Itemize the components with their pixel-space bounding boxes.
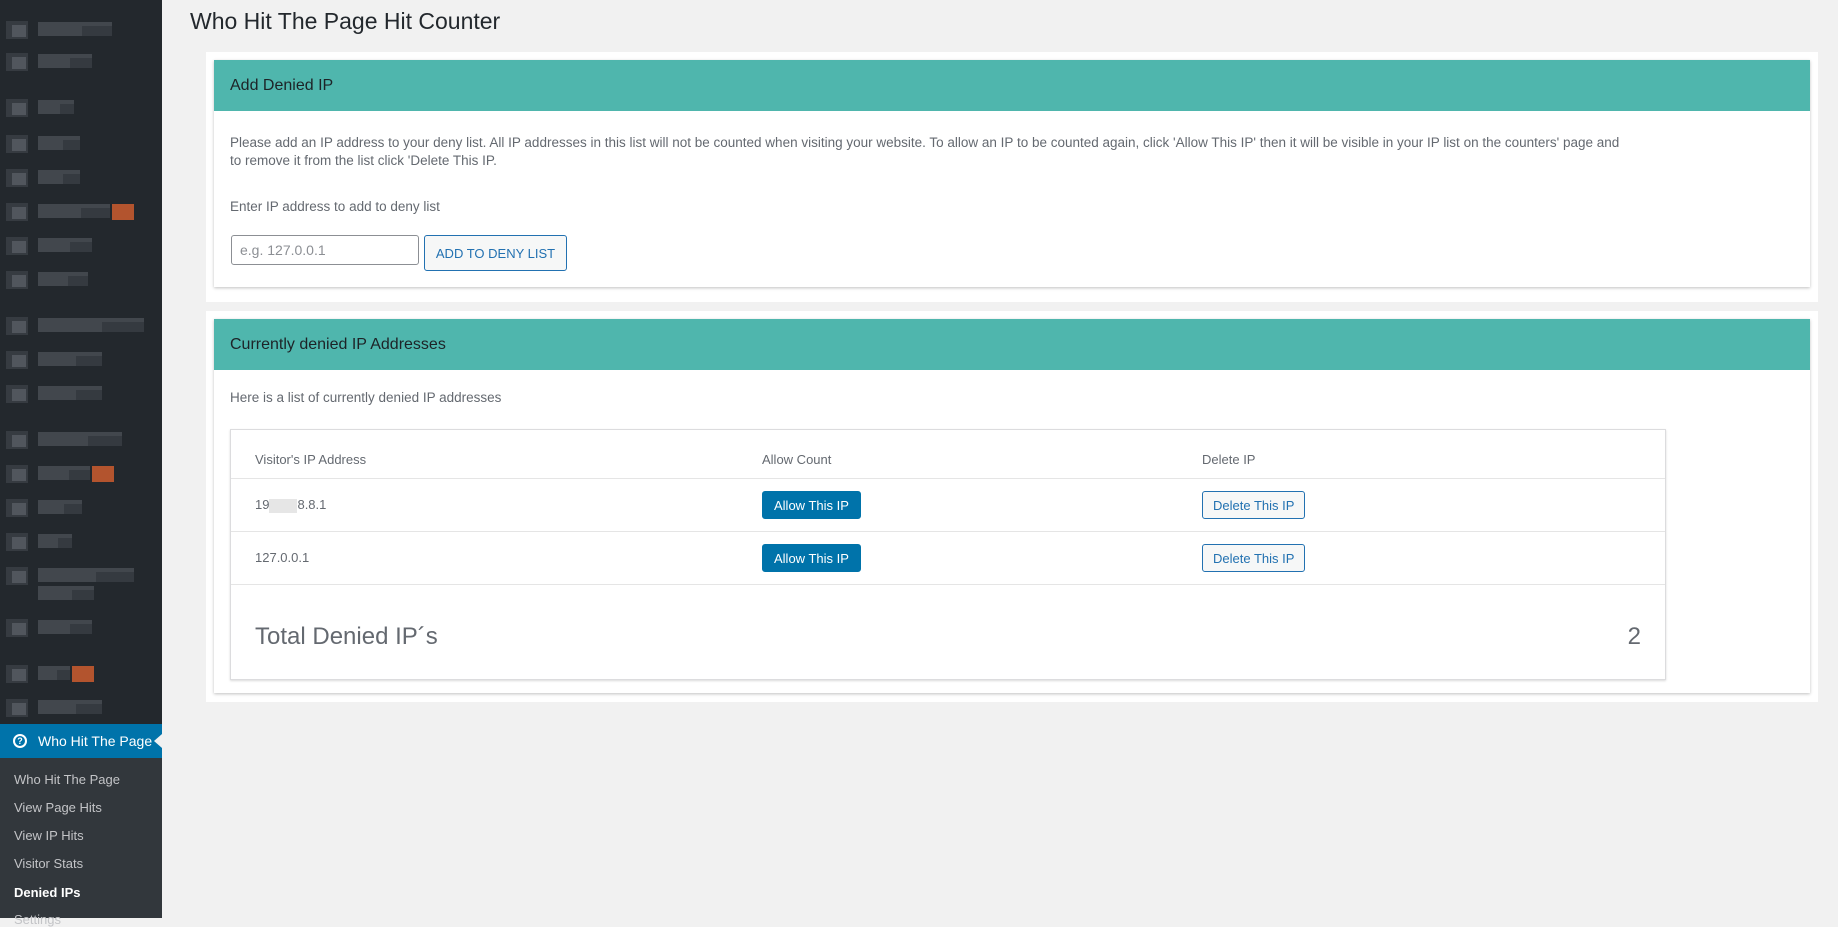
sidebar-item[interactable] (6, 618, 156, 637)
sidebar-menu-blurred (0, 0, 162, 722)
admin-sidebar: ? Who Hit The Page Who Hit The Page View… (0, 0, 162, 927)
ip-input-label: Enter IP address to add to deny list (230, 199, 440, 214)
sidebar-item[interactable] (6, 384, 156, 403)
sidebar-item[interactable] (6, 698, 156, 717)
add-denied-ip-card: Add Denied IP Please add an IP address t… (214, 60, 1810, 287)
sidebar-submenu: Who Hit The Page View Page Hits View IP … (0, 758, 162, 927)
sidebar-item[interactable] (6, 664, 156, 683)
delete-this-ip-button[interactable]: Delete This IP (1202, 544, 1306, 572)
sidebar-item[interactable] (6, 98, 156, 117)
menu-icon (6, 567, 28, 585)
total-denied-value: 2 (1627, 623, 1641, 650)
table-row: 127.0.0.1 Allow This IP Delete This IP (231, 531, 1665, 584)
sidebar-item-label: Who Hit The Page (38, 733, 153, 749)
add-denied-ip-description: Please add an IP address to your deny li… (230, 135, 1620, 168)
submenu-settings[interactable]: Settings (14, 912, 61, 927)
menu-icon (6, 619, 28, 637)
notification-badge (112, 204, 134, 220)
sidebar-item[interactable] (6, 350, 156, 369)
submenu-visitor-stats[interactable]: Visitor Stats (14, 856, 83, 871)
submenu-view-page-hits[interactable]: View Page Hits (14, 800, 102, 815)
notification-badge (92, 466, 114, 482)
menu-icon (6, 203, 28, 221)
submenu-denied-ips[interactable]: Denied IPs (14, 885, 80, 900)
menu-icon (6, 21, 28, 39)
sidebar-item[interactable] (6, 168, 156, 187)
menu-icon (6, 351, 28, 369)
menu-icon (6, 271, 28, 289)
denied-ip-list-panel-wrap: Currently denied IP Addresses Here is a … (206, 311, 1818, 702)
column-header-delete: Delete IP (1202, 452, 1256, 467)
sidebar-item[interactable] (6, 52, 156, 71)
menu-icon (6, 53, 28, 71)
denied-ip-list-description: Here is a list of currently denied IP ad… (230, 390, 502, 405)
column-header-allow: Allow Count (762, 452, 832, 467)
menu-icon (6, 431, 28, 449)
delete-this-ip-button[interactable]: Delete This IP (1202, 491, 1306, 519)
sidebar-item[interactable] (6, 584, 156, 602)
denied-ip-list-header: Currently denied IP Addresses (214, 319, 1810, 370)
allow-this-ip-button[interactable]: Allow This IP (762, 491, 861, 519)
sidebar-item[interactable] (6, 316, 156, 335)
page-title: Who Hit The Page Hit Counter (190, 8, 501, 34)
menu-icon (6, 665, 28, 683)
table-row: 19 8.8.1 Allow This IP Delete This IP (231, 478, 1665, 531)
menu-icon (6, 465, 28, 483)
sidebar-item-who-hit-the-page[interactable]: ? Who Hit The Page (0, 724, 162, 758)
sidebar-item[interactable] (6, 464, 156, 483)
sidebar-item[interactable] (6, 20, 156, 39)
column-header-ip: Visitor's IP Address (255, 452, 367, 467)
menu-icon (6, 317, 28, 335)
sidebar-item[interactable] (6, 134, 156, 153)
allow-this-ip-button[interactable]: Allow This IP (762, 544, 861, 572)
denied-ip-table: Visitor's IP Address Allow Count Delete … (230, 429, 1666, 680)
notification-badge (72, 666, 94, 682)
sidebar-item[interactable] (6, 532, 156, 551)
total-denied-label: Total Denied IP´s (255, 623, 438, 650)
sidebar-item[interactable] (6, 498, 156, 517)
menu-icon (6, 169, 28, 187)
add-denied-ip-header: Add Denied IP (214, 60, 1810, 111)
menu-icon (6, 699, 28, 717)
current-menu-arrow (154, 734, 162, 748)
add-denied-ip-panel-wrap: Add Denied IP Please add an IP address t… (206, 52, 1818, 302)
submenu-who-hit-the-page[interactable]: Who Hit The Page (14, 772, 120, 787)
ip-address-input[interactable] (231, 235, 419, 265)
menu-icon (6, 385, 28, 403)
submenu-view-ip-hits[interactable]: View IP Hits (14, 828, 84, 843)
denied-ip-list-card: Currently denied IP Addresses Here is a … (214, 319, 1810, 693)
redacted-mask (269, 498, 298, 513)
total-row: Total Denied IP´s 2 (231, 584, 1665, 681)
menu-icon (6, 237, 28, 255)
sidebar-item[interactable] (6, 430, 156, 449)
question-circle-icon: ? (13, 734, 27, 748)
sidebar-item[interactable] (6, 236, 156, 255)
sidebar-item[interactable] (6, 270, 156, 289)
menu-icon (6, 533, 28, 551)
ip-address-cell: 19 8.8.1 (255, 497, 327, 513)
menu-icon (6, 99, 28, 117)
ip-address-cell: 127.0.0.1 (255, 550, 310, 565)
sidebar-item[interactable] (6, 566, 156, 585)
menu-icon (6, 499, 28, 517)
menu-icon (6, 135, 28, 153)
add-to-deny-list-button[interactable]: ADD TO DENY LIST (424, 235, 567, 271)
sidebar-item[interactable] (6, 202, 156, 221)
